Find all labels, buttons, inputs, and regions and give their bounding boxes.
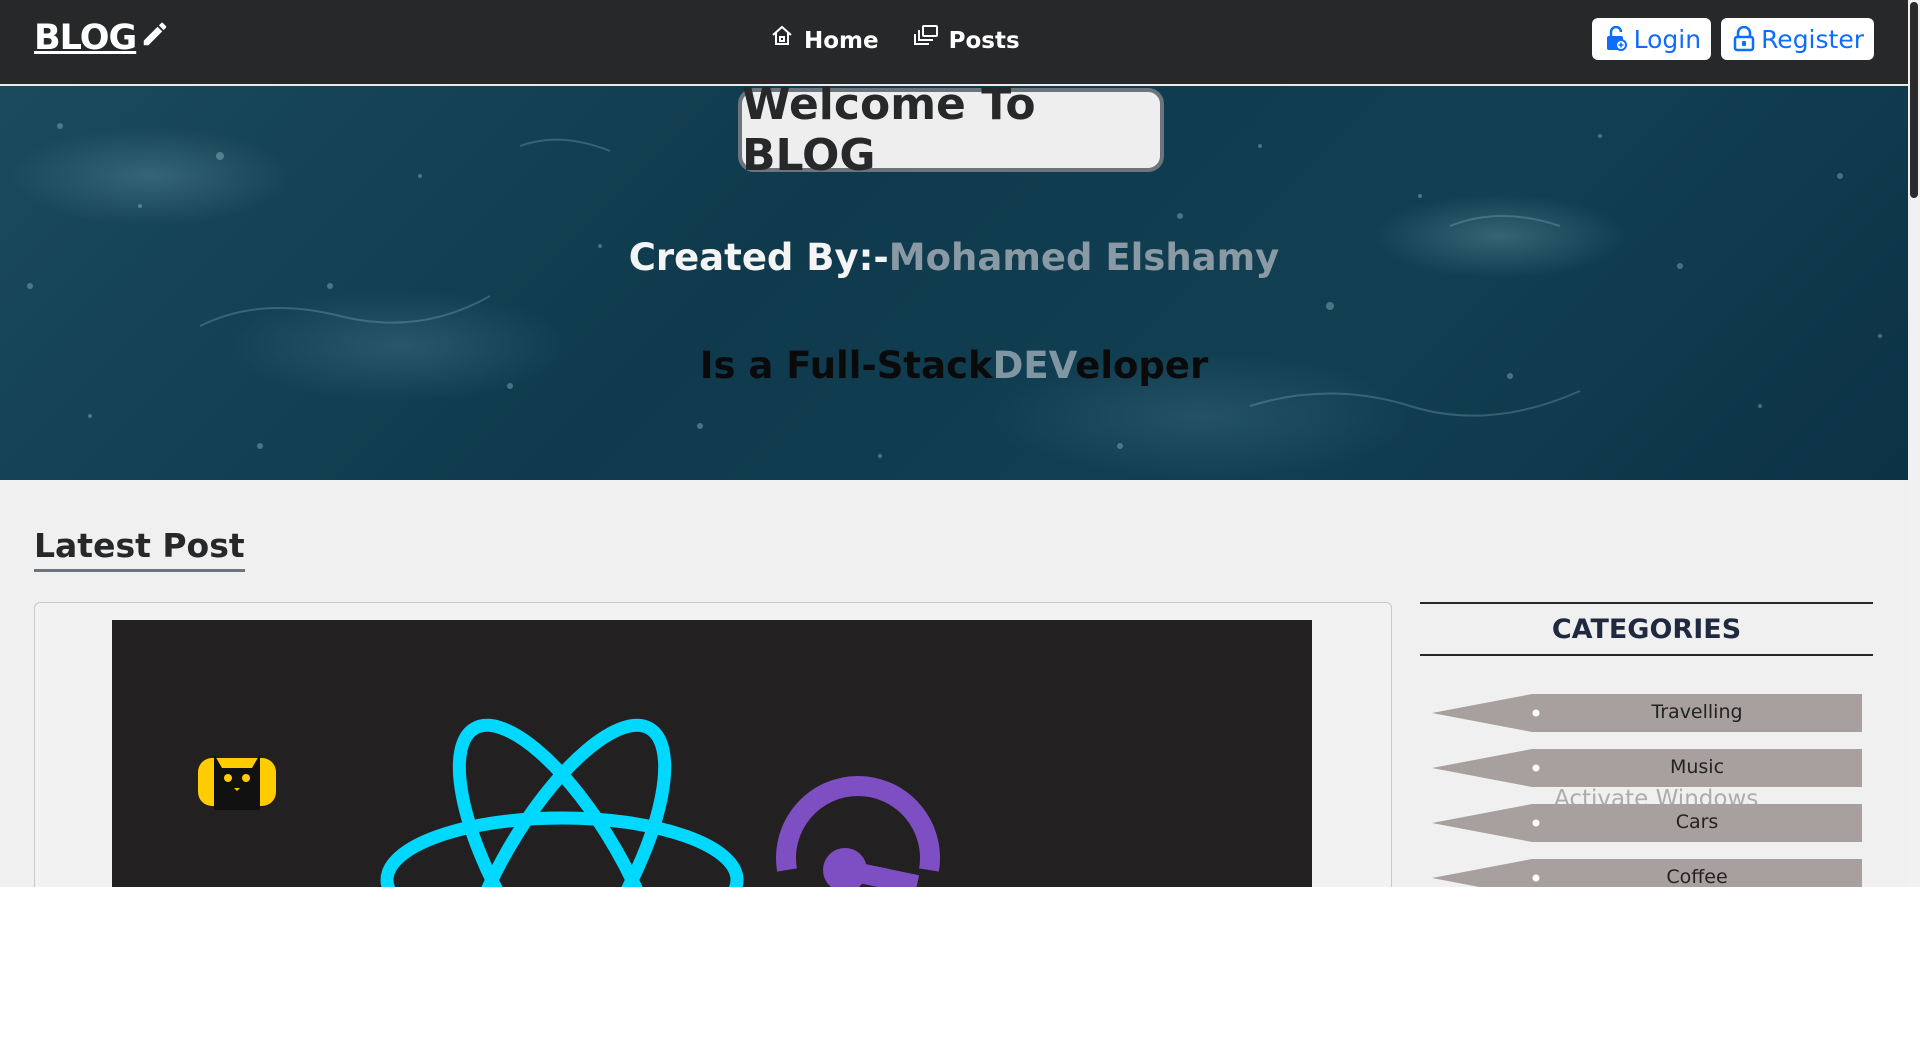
- latest-post-title: Latest Post: [34, 526, 245, 572]
- category-item-travelling[interactable]: Travelling: [1432, 694, 1862, 732]
- role-prefix: Is a Full-Stack: [699, 344, 993, 387]
- register-button[interactable]: Register: [1721, 18, 1874, 60]
- category-label[interactable]: Coffee: [1532, 866, 1862, 887]
- register-label[interactable]: Register: [1761, 25, 1864, 54]
- vertical-scrollbar[interactable]: [1908, 0, 1920, 887]
- created-prefix: Created By:-: [628, 236, 889, 279]
- posts-icon: [913, 25, 938, 45]
- role-suffix: eloper: [1075, 344, 1209, 387]
- nav-links: Home Posts: [770, 24, 1020, 54]
- created-by-line: Created By:-Mohamed Elshamy: [0, 236, 1908, 279]
- cat-logo-icon: [198, 754, 276, 810]
- nav-posts-link[interactable]: Posts: [913, 24, 1020, 54]
- login-button[interactable]: Login: [1591, 18, 1712, 60]
- category-label[interactable]: Music: [1532, 756, 1862, 778]
- page-viewport: BLOG Home Posts Login Register Welcome T…: [0, 0, 1920, 887]
- redux-logo-icon: [776, 776, 940, 887]
- brand-logo[interactable]: BLOG: [34, 18, 170, 58]
- nav-posts-label[interactable]: Posts: [949, 28, 1020, 54]
- navbar: BLOG Home Posts Login Register: [0, 0, 1908, 86]
- lock-open-icon: [1606, 26, 1627, 51]
- scrollbar-thumb[interactable]: [1910, 2, 1918, 198]
- nav-home-label[interactable]: Home: [804, 28, 879, 54]
- login-label[interactable]: Login: [1634, 25, 1701, 54]
- role-highlight: DEV: [992, 344, 1076, 387]
- category-label[interactable]: Travelling: [1532, 701, 1862, 723]
- auth-buttons: Login Register: [1591, 18, 1874, 60]
- welcome-heading: Welcome To BLOG: [738, 86, 1164, 181]
- post-artwork: [198, 718, 940, 887]
- categories-heading: CATEGORIES: [1420, 602, 1873, 656]
- react-logo-icon: [380, 718, 744, 887]
- post-thumbnail[interactable]: [112, 620, 1312, 887]
- lock-icon: [1733, 26, 1755, 52]
- category-item-coffee[interactable]: Coffee: [1432, 859, 1862, 887]
- author-name: Mohamed Elshamy: [888, 236, 1280, 279]
- category-item-cars[interactable]: Cars: [1432, 804, 1862, 842]
- category-item-music[interactable]: Music: [1432, 749, 1862, 787]
- nav-home-link[interactable]: Home: [770, 24, 879, 54]
- category-label[interactable]: Cars: [1532, 811, 1862, 833]
- home-icon: [772, 25, 792, 45]
- hero-banner: Welcome To BLOG Created By:-Mohamed Elsh…: [0, 86, 1908, 480]
- role-line: Is a Full-StackDEVeloper: [0, 344, 1908, 387]
- pencil-icon: [143, 22, 167, 46]
- brand-label[interactable]: BLOG: [34, 18, 137, 58]
